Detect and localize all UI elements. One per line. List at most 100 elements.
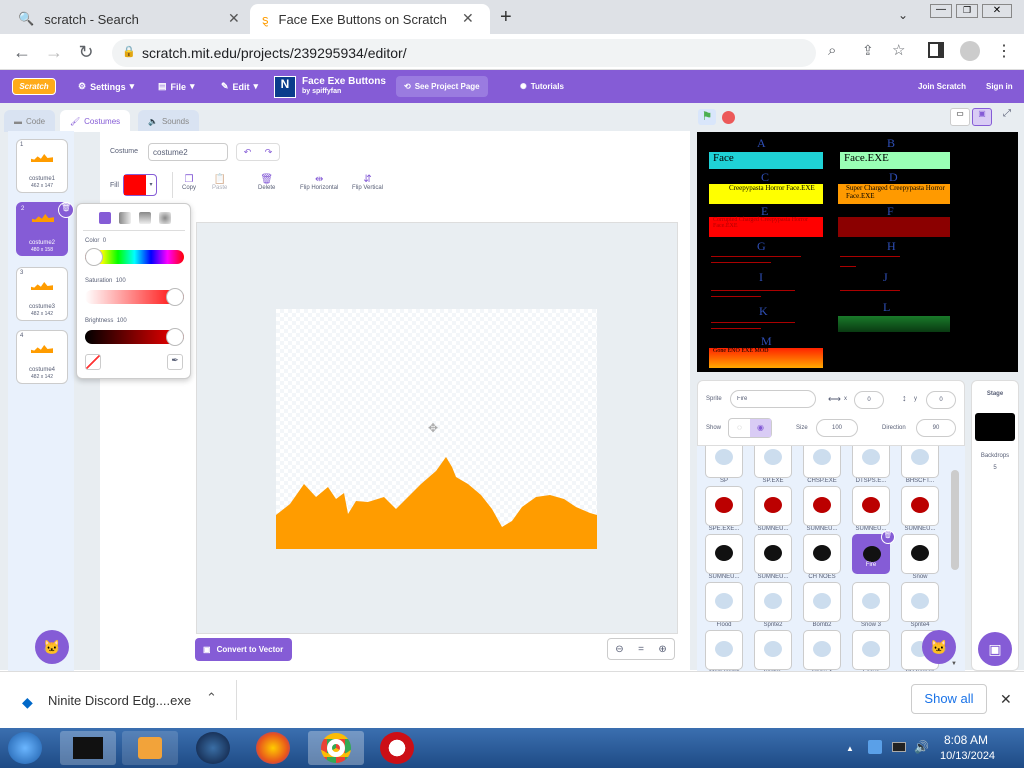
project-author[interactable]: by spiffyfan bbox=[302, 88, 341, 95]
zoom-out-icon[interactable]: ⊖ bbox=[615, 644, 623, 655]
tab-costumes[interactable]: 🖌 Costumes bbox=[60, 110, 131, 132]
fullscreen-icon[interactable]: ⤢ bbox=[998, 108, 1016, 126]
project-title[interactable]: Face Exe Buttons bbox=[302, 76, 386, 87]
no-fill-swatch[interactable] bbox=[85, 354, 101, 370]
stage-button-i[interactable] bbox=[711, 290, 795, 291]
stage-button-l[interactable] bbox=[838, 316, 950, 332]
taskbar-app-window[interactable] bbox=[60, 731, 116, 765]
saturation-slider[interactable] bbox=[85, 288, 184, 306]
tab-sounds[interactable]: 🔈 Sounds bbox=[138, 110, 200, 132]
color-slider-handle[interactable] bbox=[85, 248, 103, 266]
stage-button-f[interactable] bbox=[838, 217, 950, 237]
more-menu-icon[interactable]: ⋮ bbox=[996, 41, 1012, 61]
sprite-item[interactable]: Focus bbox=[847, 630, 895, 671]
sprite-item[interactable]: Flood bbox=[700, 582, 748, 628]
close-icon[interactable]: ✕ bbox=[462, 10, 474, 27]
sprite-item[interactable]: CH NOES bbox=[798, 534, 846, 580]
choose-backdrop-button[interactable]: ▣ bbox=[978, 632, 1012, 666]
green-flag-icon[interactable]: ⚑ bbox=[698, 109, 716, 125]
show-all-button[interactable]: Show all bbox=[911, 684, 987, 714]
brightness-slider-handle[interactable] bbox=[166, 328, 184, 346]
sprite-item[interactable]: SUMNEU... bbox=[847, 486, 895, 532]
forward-arrow-icon[interactable]: → bbox=[44, 42, 64, 63]
back-arrow-icon[interactable]: ← bbox=[12, 42, 32, 63]
close-window-icon[interactable]: ✕ bbox=[982, 4, 1012, 18]
sprite-item[interactable]: Bomb2 bbox=[798, 582, 846, 628]
flip-horizontal-button[interactable]: ⇹ Flip Horizontal bbox=[300, 174, 338, 191]
direction-input[interactable]: 90 bbox=[916, 419, 956, 437]
scroll-down-icon[interactable]: ▼ bbox=[951, 661, 957, 667]
show-eye-icon[interactable]: ◉ bbox=[750, 419, 771, 437]
firefox-icon[interactable] bbox=[256, 732, 290, 764]
stage-button-e[interactable]: Corrupted Charged Creepypasta Horror Fac… bbox=[709, 217, 823, 237]
radial-gradient-icon[interactable] bbox=[159, 212, 171, 224]
sprite-item[interactable]: SUMNEU... bbox=[896, 486, 944, 532]
sprite-list-scrollbar[interactable] bbox=[951, 470, 959, 570]
chevron-down-icon[interactable]: ⌄ bbox=[898, 8, 908, 22]
delete-button[interactable]: 🗑 Delete bbox=[258, 174, 275, 191]
profile-avatar[interactable] bbox=[960, 41, 980, 61]
tutorials-button[interactable]: ✺ Tutorials bbox=[520, 70, 564, 103]
flip-vertical-button[interactable]: ⇵ Flip Vertical bbox=[352, 174, 383, 191]
sprite-item[interactable]: Atom Bomb bbox=[700, 630, 748, 671]
stage-button-c[interactable]: Creepypasta Horror Face.EXE bbox=[709, 184, 823, 204]
sprite-item[interactable]: SUMNEU... bbox=[749, 486, 797, 532]
bookmark-star-icon[interactable]: ☆ bbox=[892, 41, 905, 59]
globe-app-icon[interactable] bbox=[196, 732, 230, 764]
close-icon[interactable]: ✕ bbox=[228, 10, 240, 27]
taskbar-media-player[interactable] bbox=[122, 731, 178, 765]
clock-date[interactable]: 10/13/2024 bbox=[940, 750, 995, 762]
speaker-icon[interactable]: 🔊 bbox=[914, 740, 929, 754]
stage-button-g[interactable] bbox=[711, 256, 801, 257]
sprite-item[interactable]: SP bbox=[700, 446, 748, 484]
stage-button-b[interactable]: Face.EXE bbox=[840, 152, 950, 169]
delete-trash-icon[interactable]: 🗑 bbox=[58, 202, 74, 218]
close-icon[interactable]: ✕ bbox=[1000, 691, 1012, 708]
sprite-name-input[interactable] bbox=[730, 390, 816, 408]
sign-in-link[interactable]: Sign in bbox=[986, 70, 1013, 103]
join-scratch-link[interactable]: Join Scratch bbox=[918, 70, 966, 103]
stage-button-d[interactable]: Super Charged Creepypasta Horror Face.EX… bbox=[838, 184, 950, 204]
sprite-item[interactable]: SUMNEU... bbox=[700, 534, 748, 580]
size-input[interactable]: 100 bbox=[816, 419, 858, 437]
sidepanel-icon[interactable] bbox=[928, 42, 944, 58]
fill-color-picker[interactable]: ▾ bbox=[123, 174, 157, 196]
start-button-icon[interactable] bbox=[8, 732, 42, 764]
hide-eye-icon[interactable]: ◌ bbox=[729, 419, 750, 437]
costume-name-input[interactable] bbox=[148, 143, 228, 161]
settings-menu[interactable]: ⚙ Settings ▾ bbox=[78, 70, 134, 103]
paste-button[interactable]: 📋 Paste bbox=[212, 174, 227, 191]
url-field[interactable]: 🔒 scratch.mit.edu/projects/239295934/edi… bbox=[112, 39, 816, 67]
costume-item-selected[interactable]: 2 🗑 costume2 480 x 158 bbox=[16, 202, 74, 256]
x-input[interactable]: 0 bbox=[854, 391, 884, 409]
opera-icon[interactable] bbox=[380, 732, 414, 764]
costume-item[interactable]: 3 costume3 482 x 142 bbox=[16, 267, 68, 321]
zoom-in-icon[interactable]: ⊕ bbox=[658, 644, 666, 655]
sprite-item[interactable]: Snow bbox=[896, 534, 944, 580]
sprite-item[interactable]: DTSPS.E... bbox=[847, 446, 895, 484]
download-filename[interactable]: Ninite Discord Edg....exe bbox=[48, 693, 191, 708]
zoom-reset-button[interactable]: = bbox=[638, 644, 644, 655]
scratch-logo[interactable]: Scratch bbox=[12, 78, 56, 95]
restore-icon[interactable]: ❐ bbox=[956, 4, 978, 18]
new-tab-icon[interactable]: + bbox=[500, 6, 512, 29]
zoom-icon[interactable]: ⌕ bbox=[828, 42, 836, 59]
browser-tab-scratch[interactable]: ȿ Face Exe Buttons on Scratch ✕ bbox=[250, 4, 490, 34]
file-menu[interactable]: ▤ File ▾ bbox=[158, 70, 195, 103]
sprite-item[interactable]: CHSP.EXE bbox=[798, 446, 846, 484]
stage[interactable]: A Face B Face.EXE C Creepypasta Horror F… bbox=[697, 132, 1018, 372]
sprite-item[interactable]: Snow 3 bbox=[847, 582, 895, 628]
choose-costume-button[interactable]: 🐱 bbox=[35, 630, 69, 664]
browser-tab-search[interactable]: 🔍 scratch - Search ✕ bbox=[6, 4, 246, 34]
edit-menu[interactable]: ✎ Edit ▾ bbox=[221, 70, 258, 103]
costume-item[interactable]: 1 costume1 462 x 147 bbox=[16, 139, 68, 193]
color-slider[interactable] bbox=[85, 248, 184, 266]
stage-selector[interactable]: Stage Backdrops 5 bbox=[971, 380, 1019, 671]
stage-button-a[interactable]: Face bbox=[709, 152, 823, 169]
sprite-item[interactable]: SPE.EXE... bbox=[700, 486, 748, 532]
redo-icon[interactable]: ↷ bbox=[265, 147, 273, 158]
stage-button-h[interactable] bbox=[840, 256, 900, 257]
clock-time[interactable]: 8:08 AM bbox=[944, 733, 988, 747]
chevron-up-icon[interactable]: ⌃ bbox=[206, 690, 217, 706]
choose-sprite-button[interactable]: 🐱 bbox=[922, 630, 956, 664]
